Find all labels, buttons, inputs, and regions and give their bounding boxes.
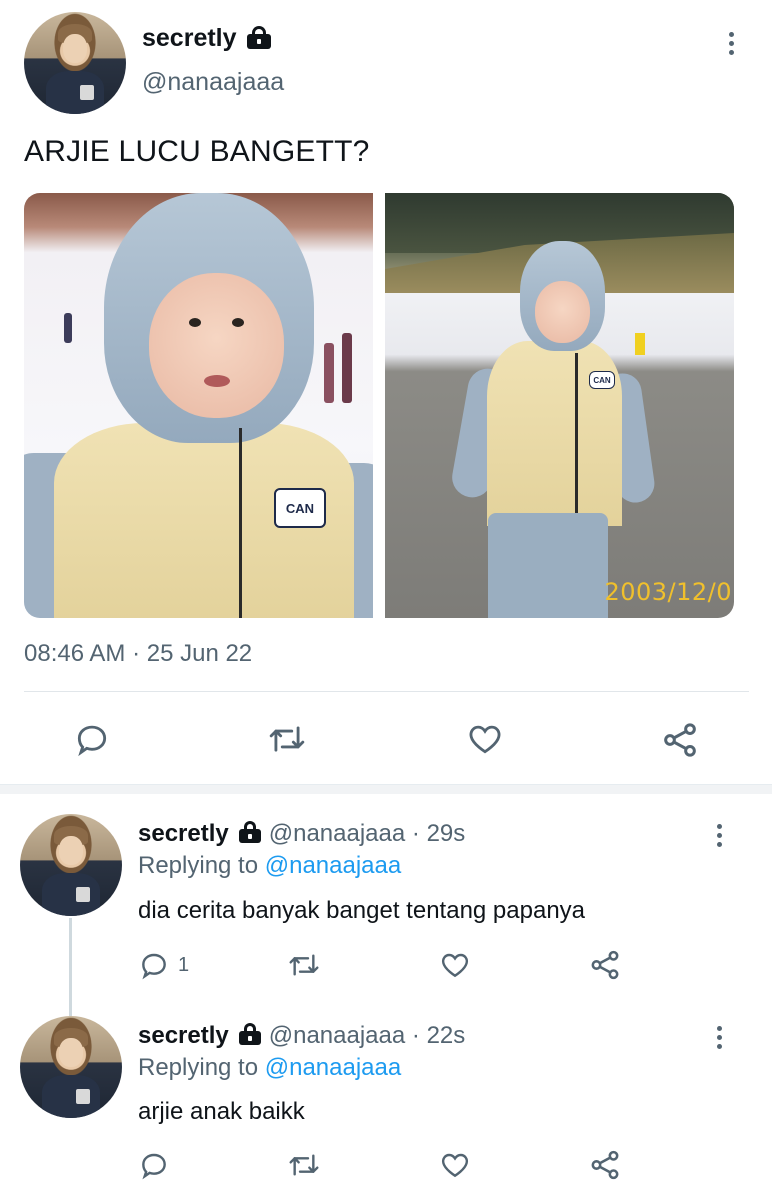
reply-text: dia cerita banyak banget tentang papanya <box>138 897 586 924</box>
lock-icon <box>246 26 271 49</box>
replying-prefix: Replying to <box>138 852 259 879</box>
share-icon <box>591 1150 619 1180</box>
reply-handle[interactable]: @nanaajaaa <box>269 1022 405 1049</box>
reply-tweet[interactable]: secretly @nanaajaaa · 29s Replying to @na… <box>0 794 772 1006</box>
retweet-button[interactable] <box>286 1149 322 1181</box>
replying-to-link[interactable]: @nanaajaaa <box>265 852 401 879</box>
more-options-icon[interactable] <box>727 32 735 55</box>
reply-header: secretly @nanaajaaa · 22s <box>138 1022 465 1050</box>
reply-header: secretly @nanaajaaa · 29s <box>138 820 465 848</box>
section-separator <box>0 784 772 794</box>
heart-icon <box>441 1153 469 1178</box>
reply-avatar[interactable] <box>20 1016 122 1118</box>
photo-left[interactable]: CAN <box>24 193 373 618</box>
reply-text: arjie anak baikk <box>138 1098 305 1125</box>
reply-time: · 22s <box>411 1022 466 1049</box>
replying-to-link[interactable]: @nanaajaaa <box>265 1054 401 1081</box>
jacket-patch: CAN <box>274 488 326 528</box>
heart-icon <box>441 953 469 978</box>
lock-icon <box>238 821 261 843</box>
photo-date-stamp: 2003/12/0 <box>604 578 732 606</box>
retweet-button[interactable] <box>266 720 308 758</box>
lock-icon <box>238 1023 261 1045</box>
display-name[interactable]: secretly <box>142 24 271 53</box>
share-icon <box>591 950 619 980</box>
reply-time: · 29s <box>411 820 466 847</box>
reply-tweet[interactable]: secretly @nanaajaaa · 22s Replying to @na… <box>0 996 772 1200</box>
display-name-text: secretly <box>142 24 237 52</box>
share-icon <box>664 723 696 757</box>
reply-icon <box>142 953 166 980</box>
reply-handle[interactable]: @nanaajaaa <box>269 820 405 847</box>
reply-display-name[interactable]: secretly <box>138 820 229 847</box>
replying-to: Replying to @nanaajaaa <box>138 1054 401 1082</box>
retweet-icon <box>289 954 319 976</box>
reply-button[interactable] <box>73 720 111 758</box>
more-options-icon[interactable] <box>715 824 723 847</box>
reply-button[interactable]: 1 <box>138 949 189 981</box>
tweet-media[interactable]: CAN CAN 2003/12/0 <box>24 193 734 618</box>
reply-icon <box>77 725 107 757</box>
reply-count: 1 <box>178 953 190 976</box>
more-options-icon[interactable] <box>715 1026 723 1049</box>
user-avatar[interactable] <box>24 12 126 114</box>
reply-button[interactable] <box>138 1149 170 1181</box>
heart-icon <box>469 725 501 754</box>
replying-prefix: Replying to <box>138 1054 259 1081</box>
share-button[interactable] <box>588 948 622 982</box>
tweet-text: ARJIE LUCU BANGETT? <box>24 135 370 168</box>
share-button[interactable] <box>588 1148 622 1182</box>
like-button[interactable] <box>438 949 472 981</box>
like-button[interactable] <box>465 720 505 758</box>
reply-avatar[interactable] <box>20 814 122 916</box>
retweet-icon <box>269 726 305 752</box>
tweet-timestamp[interactable]: 08:46 AM · 25 Jun 22 <box>24 640 252 668</box>
retweet-button[interactable] <box>286 949 322 981</box>
jacket-patch: CAN <box>589 371 615 389</box>
photo-right[interactable]: CAN 2003/12/0 <box>385 193 734 618</box>
reply-icon <box>142 1153 166 1180</box>
main-tweet: secretly @nanaajaaa ARJIE LUCU BANGETT? … <box>0 0 772 784</box>
reply-display-name[interactable]: secretly <box>138 1022 229 1049</box>
retweet-icon <box>289 1154 319 1176</box>
divider <box>24 691 749 692</box>
replying-to: Replying to @nanaajaaa <box>138 852 401 880</box>
like-button[interactable] <box>438 1149 472 1181</box>
user-handle[interactable]: @nanaajaaa <box>142 68 284 97</box>
share-button[interactable] <box>660 720 700 760</box>
